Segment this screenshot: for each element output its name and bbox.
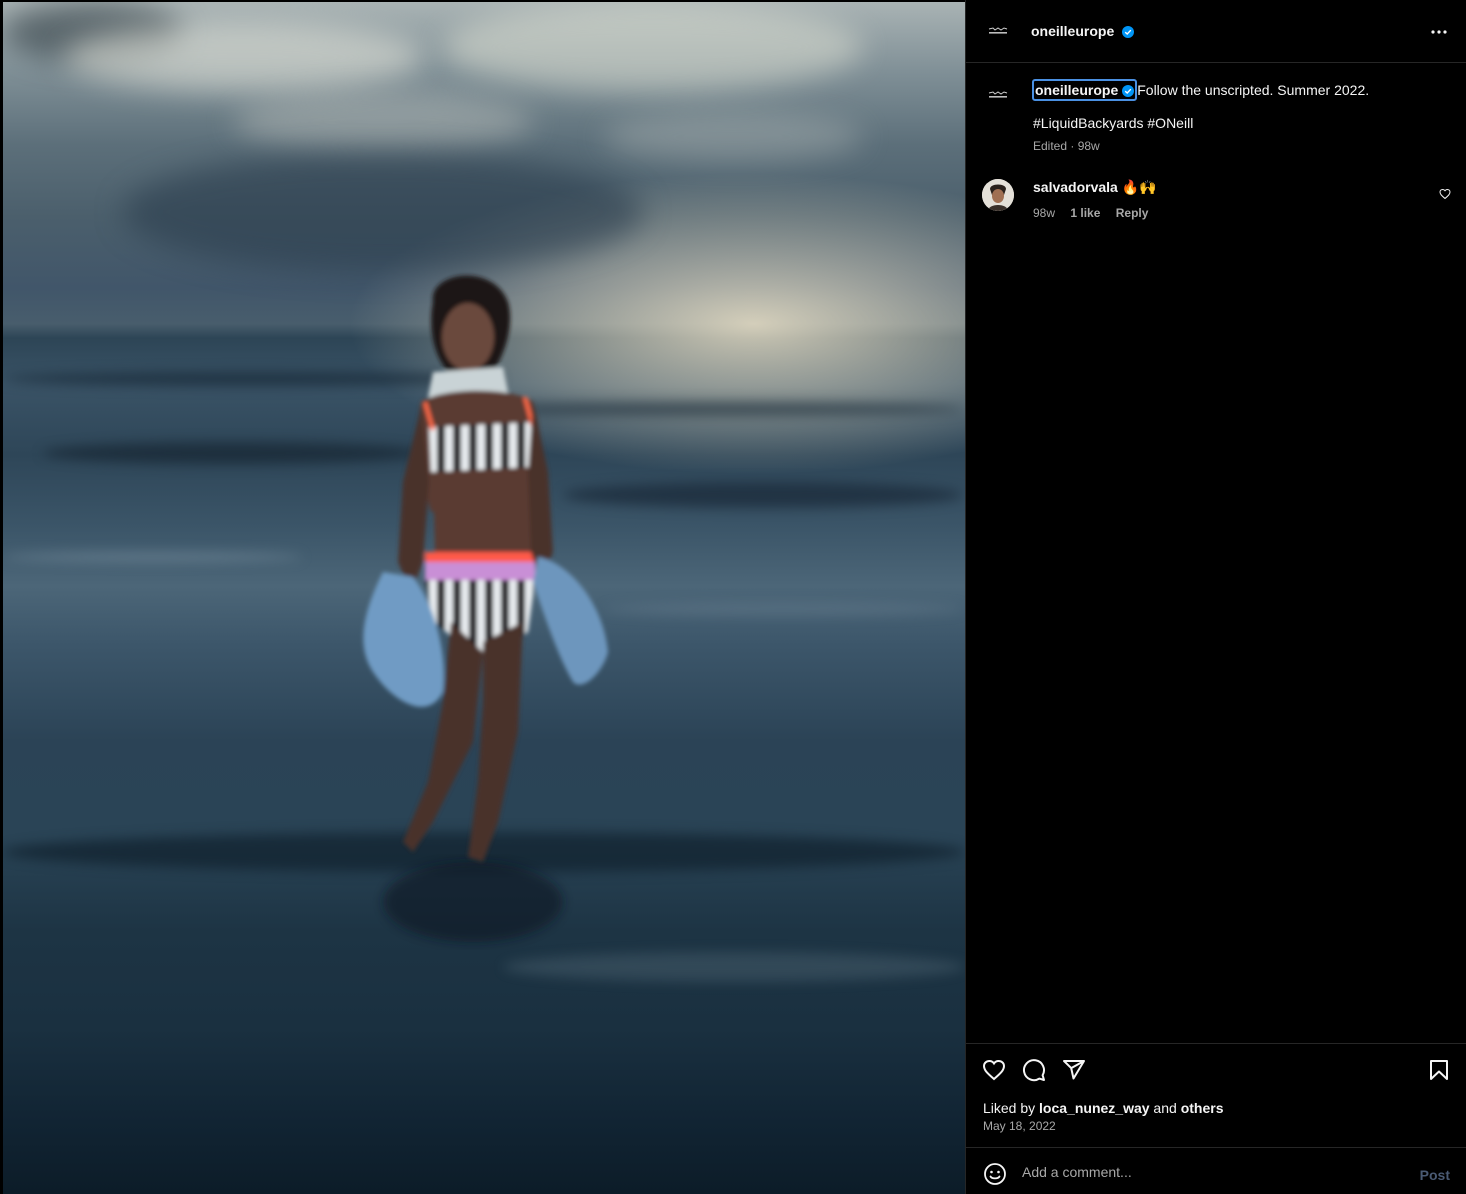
caption-line: oneilleurope Follow the unscripted. Summe…	[1032, 79, 1369, 101]
comment-input[interactable]	[1022, 1160, 1402, 1184]
post-modal: oneilleurope oneilleurope Follow the uns…	[0, 0, 1466, 1194]
brand-logo-icon	[988, 91, 1008, 98]
caption-meta: Edited · 98w	[1033, 139, 1100, 153]
liked-by-user[interactable]: loca_nunez_way	[1039, 1100, 1150, 1116]
share-icon[interactable]	[1062, 1058, 1086, 1082]
comment-age: 98w	[1033, 206, 1056, 220]
heart-icon[interactable]	[982, 1058, 1006, 1082]
post-actions: Liked by loca_nunez_way and others May 1…	[966, 1043, 1466, 1147]
emoji-icon[interactable]	[983, 1162, 1007, 1186]
comment-item: salvadorvala 🔥🙌 98w 1 like Reply	[966, 176, 1466, 226]
bookmark-icon[interactable]	[1427, 1058, 1451, 1082]
photo-figure	[363, 275, 608, 942]
liked-by-middle: and	[1149, 1100, 1181, 1116]
post-comment-button[interactable]: Post	[1420, 1167, 1450, 1183]
author-username[interactable]: oneilleurope	[1031, 23, 1135, 39]
commenter-username-text[interactable]: salvadorvala	[1033, 179, 1118, 195]
comment-reply-button[interactable]: Reply	[1116, 206, 1149, 220]
commenter-avatar-image	[982, 179, 1014, 211]
caption-author-avatar[interactable]	[982, 79, 1014, 111]
brand-logo-icon	[988, 27, 1008, 34]
post-photo[interactable]	[3, 2, 965, 1194]
author-avatar[interactable]	[982, 15, 1014, 47]
commenter-username[interactable]: salvadorvala 🔥🙌	[1033, 179, 1157, 196]
verified-badge-icon	[1122, 85, 1135, 97]
liked-by-others[interactable]: others	[1181, 1100, 1224, 1116]
liked-by-prefix: Liked by	[983, 1100, 1040, 1116]
post-header: oneilleurope	[966, 0, 1466, 63]
comment-text: 🔥🙌	[1121, 179, 1157, 195]
more-icon[interactable]	[1429, 22, 1449, 42]
comment-meta: 98w 1 like Reply	[1033, 206, 1160, 220]
commenter-avatar[interactable]	[982, 179, 1014, 211]
comment-composer: Post	[966, 1147, 1466, 1194]
caption-author-link[interactable]: oneilleurope	[1032, 79, 1138, 101]
verified-badge-icon	[1122, 26, 1135, 38]
post-side-panel: oneilleurope oneilleurope Follow the uns…	[965, 0, 1466, 1194]
author-username-text[interactable]: oneilleurope	[1031, 23, 1114, 39]
post-date[interactable]: May 18, 2022	[983, 1119, 1056, 1133]
caption-hashtags[interactable]: #LiquidBackyards #ONeill	[1033, 115, 1193, 131]
caption-text: Follow the unscripted. Summer 2022.	[1137, 82, 1370, 98]
caption-author-username[interactable]: oneilleurope	[1035, 82, 1118, 98]
comment-likes[interactable]: 1 like	[1070, 206, 1100, 220]
comment-icon[interactable]	[1022, 1058, 1046, 1082]
liked-by-text: Liked by loca_nunez_way and others	[983, 1100, 1223, 1116]
small-heart-icon[interactable]	[1439, 188, 1451, 200]
